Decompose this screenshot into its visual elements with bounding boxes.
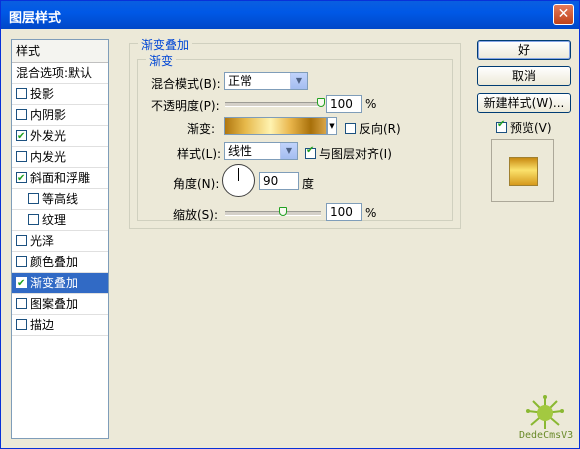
reverse-checkbox-row[interactable]: 反向(R)	[345, 120, 401, 137]
opacity-unit: %	[365, 97, 377, 111]
style-checkbox[interactable]	[16, 127, 27, 146]
style-list-item-label: 斜面和浮雕	[30, 171, 91, 185]
gradient-label: 渐变:	[187, 122, 216, 136]
preview-swatch	[509, 157, 538, 186]
style-list-item[interactable]: 光泽	[12, 231, 108, 252]
style-list-header[interactable]: 样式	[12, 40, 108, 63]
align-label: 与图层对齐(I)	[319, 147, 392, 161]
style-checkbox[interactable]	[28, 214, 39, 225]
style-checkbox[interactable]	[16, 274, 27, 293]
opacity-label: 不透明度(P):	[151, 99, 220, 113]
close-button[interactable]: ✕	[553, 4, 574, 25]
style-list-item-label: 内发光	[30, 150, 67, 164]
preview-checkbox[interactable]	[496, 119, 507, 133]
scale-slider-thumb[interactable]	[278, 207, 287, 216]
blend-mode-label: 混合模式(B):	[151, 77, 221, 91]
opacity-input[interactable]: 100	[326, 95, 362, 113]
style-list-item[interactable]: 投影	[12, 84, 108, 105]
chevron-down-icon[interactable]: ▼	[290, 73, 307, 89]
style-list-item[interactable]: 外发光	[12, 126, 108, 147]
style-list-item-label: 描边	[30, 318, 55, 332]
blend-mode-select[interactable]: 正常 ▼	[224, 72, 308, 90]
style-list-item-label: 外发光	[30, 129, 67, 143]
style-list-item[interactable]: 图案叠加	[12, 294, 108, 315]
gradient-overlay-title: 渐变叠加	[138, 36, 193, 53]
style-list-item[interactable]: 内发光	[12, 147, 108, 168]
style-checkbox[interactable]	[16, 235, 27, 246]
style-list-item-label: 内阴影	[30, 108, 67, 122]
style-list-item[interactable]: 内阴影	[12, 105, 108, 126]
reverse-label: 反向(R)	[359, 122, 401, 136]
style-label: 样式(L):	[177, 147, 222, 161]
angle-unit: 度	[302, 177, 315, 191]
align-with-layer-checkbox[interactable]	[305, 145, 316, 159]
style-list-item[interactable]: 等高线	[12, 189, 108, 210]
style-list-item-label: 光泽	[30, 234, 55, 248]
title-bar[interactable]: 图层样式 ✕	[1, 1, 579, 29]
style-list-item-label: 渐变叠加	[30, 276, 79, 290]
style-list-item-label: 图案叠加	[30, 297, 79, 311]
style-checkbox[interactable]	[16, 256, 27, 267]
style-list-item[interactable]: 渐变叠加	[12, 273, 108, 294]
scale-slider-track[interactable]	[225, 211, 321, 216]
style-checkbox[interactable]	[16, 88, 27, 99]
style-checkbox[interactable]	[16, 298, 27, 309]
gradient-subgroup-title: 渐变	[146, 52, 177, 69]
preview-checkbox-row[interactable]: 预览(V)	[496, 119, 552, 136]
style-list-item[interactable]: 纹理	[12, 210, 108, 231]
cancel-button[interactable]: 取消	[477, 66, 571, 86]
style-list: 样式 混合选项:默认投影内阴影外发光内发光斜面和浮雕等高线纹理光泽颜色叠加渐变叠…	[11, 39, 109, 439]
style-checkbox[interactable]	[16, 169, 27, 188]
angle-input[interactable]: 90	[259, 172, 299, 190]
gradient-dropdown-icon[interactable]: ▼	[327, 117, 337, 135]
opacity-slider-thumb[interactable]	[317, 98, 325, 107]
gradient-style-select[interactable]: 线性 ▼	[224, 142, 298, 160]
style-checkbox[interactable]	[16, 109, 27, 120]
blend-mode-value: 正常	[228, 74, 253, 88]
watermark-text: DedeCmsV3	[519, 430, 574, 441]
style-preview	[491, 139, 554, 202]
style-list-item[interactable]: 描边	[12, 315, 108, 336]
reverse-checkbox[interactable]	[345, 123, 356, 134]
layer-style-dialog: 图层样式 ✕ 样式 混合选项:默认投影内阴影外发光内发光斜面和浮雕等高线纹理光泽…	[0, 0, 580, 449]
chevron-down-icon[interactable]: ▼	[280, 143, 297, 159]
new-style-button[interactable]: 新建样式(W)...	[477, 93, 571, 113]
scale-unit: %	[365, 206, 377, 220]
style-checkbox[interactable]	[16, 319, 27, 330]
preview-label: 预览(V)	[510, 121, 552, 135]
style-list-item[interactable]: 斜面和浮雕	[12, 168, 108, 189]
scale-input[interactable]: 100	[326, 203, 362, 221]
style-checkbox[interactable]	[28, 193, 39, 204]
angle-needle-icon	[238, 168, 239, 181]
style-list-item[interactable]: 混合选项:默认	[12, 63, 108, 84]
style-list-item-label: 颜色叠加	[30, 255, 79, 269]
style-checkbox[interactable]	[16, 151, 27, 162]
dialog-title: 图层样式	[9, 11, 62, 26]
gradient-swatch[interactable]	[224, 117, 327, 135]
opacity-slider-track[interactable]	[225, 102, 321, 107]
style-list-item-label: 混合选项:默认	[16, 66, 93, 80]
style-list-item-label: 纹理	[42, 213, 67, 227]
style-list-item-label: 等高线	[42, 192, 79, 206]
angle-label: 角度(N):	[173, 177, 220, 191]
sunburst-logo-icon	[526, 395, 564, 429]
gradient-style-value: 线性	[228, 144, 253, 158]
align-checkbox-row[interactable]: 与图层对齐(I)	[305, 145, 392, 162]
angle-dial[interactable]	[222, 164, 255, 197]
ok-button[interactable]: 好	[477, 40, 571, 60]
scale-label: 缩放(S):	[173, 208, 219, 222]
style-list-item-label: 投影	[30, 87, 55, 101]
dedecms-watermark-logo: DedeCmsV3	[517, 393, 577, 447]
style-list-item[interactable]: 颜色叠加	[12, 252, 108, 273]
